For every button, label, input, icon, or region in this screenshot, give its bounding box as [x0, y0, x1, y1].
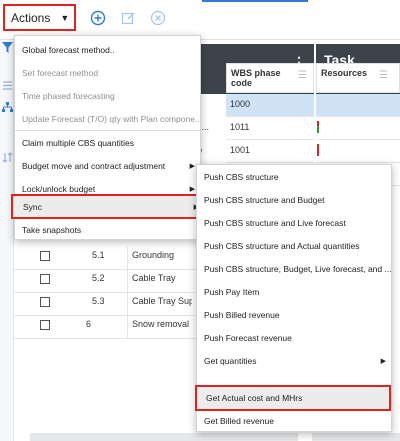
sync-submenu: Push CBS structure Push CBS structure an…: [195, 164, 392, 432]
menu-item-push-pay-item[interactable]: Push Pay Item: [197, 280, 391, 303]
sort-icon[interactable]: [2, 152, 13, 163]
status-marker: [317, 126, 319, 133]
menu-item-label: Push CBS structure, Budget, Live forecas…: [204, 263, 391, 274]
wbs-column-header[interactable]: WBS phase code ☰: [226, 63, 314, 93]
row-name: Cable Tray Supp: [132, 296, 192, 306]
menu-item-label: Push Pay Item: [204, 286, 260, 297]
caret-down-icon: ▼: [60, 12, 70, 23]
menu-item-time-phased-forecasting[interactable]: Time phased forecasting: [15, 84, 200, 107]
row-number: 6: [86, 319, 92, 329]
menu-item-label: Claim multiple CBS quantities: [22, 137, 134, 148]
resources-cell[interactable]: [316, 94, 400, 117]
column-divider: [127, 316, 128, 338]
menu-item-push-forecast-revenue[interactable]: Push Forecast revenue: [197, 326, 391, 349]
status-marker: [317, 144, 319, 156]
submenu-arrow-icon: ▶: [189, 185, 195, 193]
menu-item-label: Get quantities: [204, 355, 257, 366]
actions-button-label: Actions: [11, 10, 51, 25]
wbs-column-label: WBS phase code: [231, 68, 281, 88]
wbs-value: 1011: [230, 122, 250, 132]
menu-item-get-billed-revenue[interactable]: Get Billed revenue: [197, 409, 391, 432]
menu-item-push-cbs-actual-quantities[interactable]: Push CBS structure and Actual quantities: [197, 234, 391, 257]
resources-cell[interactable]: [316, 117, 400, 140]
menu-item-label: Global forecast method..: [22, 44, 115, 55]
menu-item-label: Budget move and contract adjustment: [22, 160, 166, 171]
menu-item-set-forecast-method[interactable]: Set forecast method: [15, 61, 200, 84]
menu-item-label: Push CBS structure and Actual quantities: [204, 240, 360, 251]
menu-item-label: Get Actual cost and MHrs: [206, 393, 303, 403]
row-checkbox[interactable]: [40, 297, 50, 307]
active-tab-indicator: [202, 0, 308, 2]
menu-item-label: Push Forecast revenue: [204, 332, 292, 343]
row-name: Snow removal: [132, 319, 190, 329]
menu-item-push-billed-revenue[interactable]: Push Billed revenue: [197, 303, 391, 326]
menu-item-push-cbs-budget-live-forecast[interactable]: Push CBS structure, Budget, Live forecas…: [197, 257, 391, 280]
column-divider: [127, 270, 128, 292]
column-filter-icon[interactable]: ☰: [298, 70, 307, 81]
wbs-value: 1001: [230, 145, 251, 155]
menu-item-label: Push CBS structure and Live forecast: [204, 217, 346, 228]
submenu-arrow-icon: ▶: [380, 357, 386, 365]
menu-item-label: Push CBS structure: [204, 171, 279, 182]
resources-column-label: Resources: [321, 68, 368, 78]
add-circle-icon[interactable]: [89, 9, 107, 27]
row-checkbox[interactable]: [40, 320, 50, 330]
menu-item-label: Update Forecast (T/O) qty with Plan comp…: [22, 113, 200, 124]
menu-item-label: Time phased forecasting: [22, 90, 115, 101]
wbs-cell[interactable]: 1011: [226, 117, 314, 140]
menu-item-claim-cbs-quantities[interactable]: Claim multiple CBS quantities: [15, 131, 200, 154]
horizontal-scrollbar[interactable]: [312, 433, 400, 441]
wbs-value: 1000: [230, 99, 251, 109]
row-number: 5.2: [92, 273, 105, 283]
menu-item-sync[interactable]: Sync ▶: [11, 194, 206, 219]
menu-item-label: Push CBS structure and Budget: [204, 194, 325, 205]
menu-item-label: Take snapshots: [22, 224, 82, 235]
actions-menu: Global forecast method.. Set forecast me…: [11, 35, 206, 241]
menu-item-get-quantities[interactable]: Get quantities ▶: [197, 349, 391, 372]
row-name: Grounding: [132, 250, 175, 260]
menu-item-label: Sync: [23, 201, 42, 212]
resources-column-header[interactable]: Resources ☰: [316, 63, 400, 93]
menu-item-take-snapshots[interactable]: Take snapshots: [15, 218, 200, 241]
menu-item-budget-move[interactable]: Budget move and contract adjustment ▶: [15, 154, 200, 177]
menu-item-push-cbs-structure[interactable]: Push CBS structure: [197, 165, 391, 188]
menu-item-label: Lock/unlock budget: [22, 183, 96, 194]
menu-item-push-cbs-live-forecast[interactable]: Push CBS structure and Live forecast: [197, 211, 391, 234]
row-checkbox[interactable]: [40, 274, 50, 284]
submenu-arrow-icon: ▶: [189, 162, 195, 170]
wbs-cell[interactable]: 1000: [226, 94, 314, 117]
column-filter-icon[interactable]: ☰: [379, 70, 388, 81]
menu-item-global-forecast-method[interactable]: Global forecast method..: [15, 38, 200, 61]
hierarchy-icon[interactable]: [2, 102, 13, 113]
wbs-cell[interactable]: 1001: [226, 140, 314, 163]
column-divider: [127, 293, 128, 315]
row-name: Cable Tray: [132, 273, 176, 283]
menu-item-get-actual-cost-mhrs[interactable]: Get Actual cost and MHrs: [195, 385, 391, 411]
menu-item-label: Push Billed revenue: [204, 309, 280, 320]
list-icon[interactable]: [2, 80, 13, 91]
actions-dropdown-button[interactable]: Actions ▼: [3, 4, 76, 31]
row-number: 5.1: [92, 250, 105, 260]
resources-cell[interactable]: [316, 140, 400, 163]
menu-item-update-forecast[interactable]: Update Forecast (T/O) qty with Plan comp…: [15, 107, 200, 130]
edit-icon[interactable]: [119, 9, 137, 27]
row-number: 5.3: [92, 296, 105, 306]
left-tool-rail: [0, 40, 14, 441]
cancel-circle-icon[interactable]: [149, 9, 167, 27]
row-checkbox[interactable]: [40, 251, 50, 261]
menu-item-push-cbs-budget[interactable]: Push CBS structure and Budget: [197, 188, 391, 211]
column-divider: [127, 247, 128, 269]
menu-item-label: Get Billed revenue: [204, 415, 274, 426]
horizontal-scrollbar[interactable]: [30, 433, 298, 441]
menu-item-label: Set forecast method: [22, 67, 99, 78]
top-toolbar: Actions ▼: [0, 0, 400, 40]
filter-icon[interactable]: [2, 42, 13, 53]
